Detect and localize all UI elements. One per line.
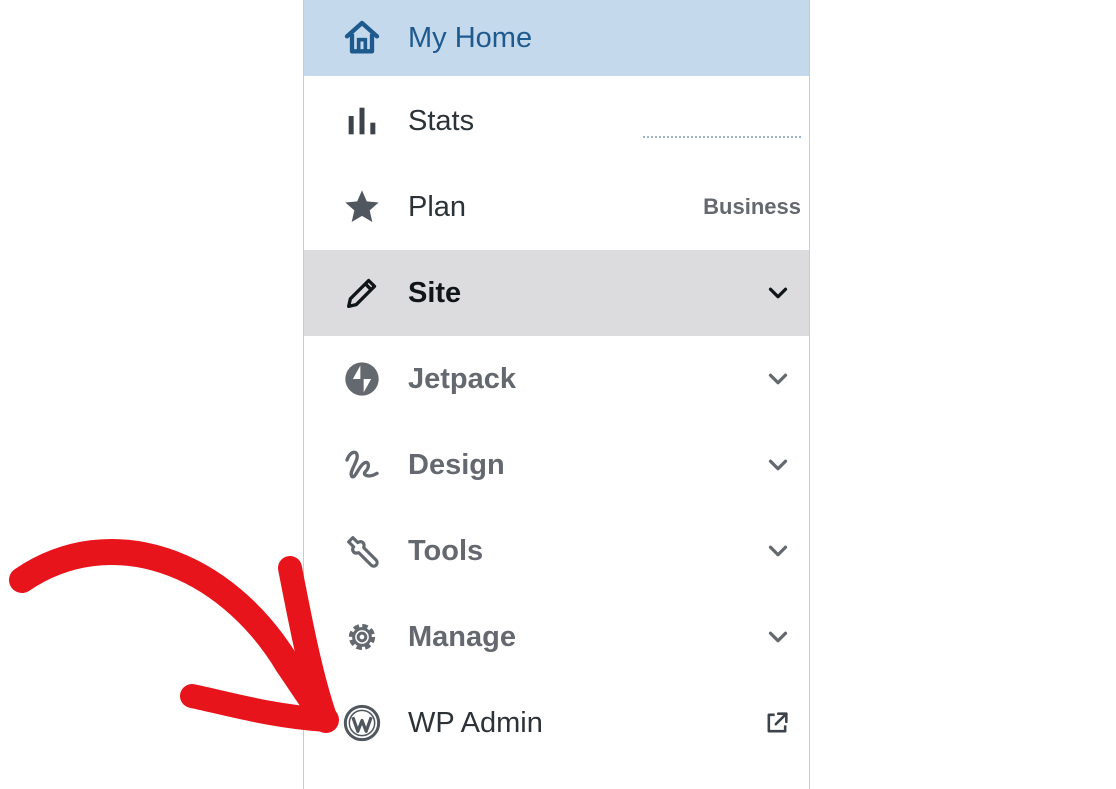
jetpack-icon [342,359,382,399]
sidebar-item-label: Manage [408,621,516,653]
sidebar-item-label: WP Admin [408,707,543,739]
sidebar-item-label: My Home [408,22,533,54]
gear-icon [342,617,382,657]
design-squiggle-icon [342,445,382,485]
sidebar-item-stats[interactable]: Stats [304,78,809,164]
sidebar-item-tools[interactable]: Tools [304,508,809,594]
house-icon [342,18,382,58]
sidebar-item-manage[interactable]: Manage [304,594,809,680]
chevron-down-icon[interactable] [763,364,793,394]
sidebar-item-label: Site [408,277,462,309]
sidebar-item-label: Stats [408,105,475,137]
wordpress-icon [342,703,382,743]
sidebar-item-jetpack[interactable]: Jetpack [304,336,809,422]
pencil-icon [342,273,382,313]
red-arrow-icon [9,538,339,733]
sidebar-item-label: Plan [408,191,467,223]
sidebar-item-label: Jetpack [408,363,517,395]
sidebar-item-design[interactable]: Design [304,422,809,508]
sidebar-item-my-home[interactable]: My Home [304,0,809,76]
chevron-down-icon[interactable] [763,622,793,652]
plan-badge: Business [703,194,801,219]
sidebar-item-site[interactable]: Site [304,250,809,336]
chevron-down-icon[interactable] [763,278,793,308]
chevron-down-icon[interactable] [763,536,793,566]
star-icon [342,187,382,227]
external-link-icon [763,709,791,737]
sidebar-item-label: Design [408,449,505,481]
wrench-icon [342,531,382,571]
sidebar-item-plan[interactable]: Plan Business [304,164,809,250]
stats-sparkline [643,136,801,138]
chevron-down-icon[interactable] [763,450,793,480]
sidebar-item-label: Tools [408,535,484,567]
sidebar-item-wp-admin[interactable]: WP Admin [304,680,809,766]
bar-chart-icon [342,101,382,141]
sidebar-nav: My Home Stats Plan Business Site Jetpack [303,0,810,789]
